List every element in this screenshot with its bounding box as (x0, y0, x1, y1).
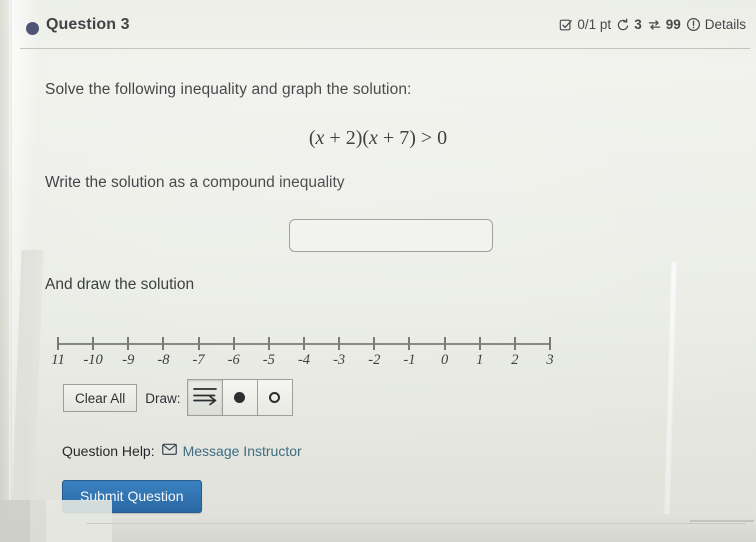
number-line-tick (267, 337, 270, 350)
number-line-tick-label: 11 (51, 352, 65, 368)
number-line-tick-label: -7 (192, 352, 205, 368)
question-status-dot (26, 22, 39, 35)
clear-all-button[interactable]: Clear All (63, 384, 138, 412)
details-group[interactable]: Details (686, 17, 746, 32)
question-header: Question 3 0/1 pt 3 99 Details (20, 13, 750, 47)
number-line-tick-label: -4 (297, 352, 311, 368)
number-line-graph[interactable]: 11 -10 -9 -8 -7 -6 -5 -4 -3 -2 -1 0 1 2 3 (48, 330, 560, 376)
right-glare-streak (664, 261, 677, 515)
math-variable-2: x (369, 127, 378, 149)
number-line-tick-label: 3 (546, 352, 554, 368)
message-instructor-link[interactable]: Message Instructor (161, 443, 302, 459)
attempts-value: 3 (634, 17, 642, 32)
details-label[interactable]: Details (705, 17, 746, 32)
number-line-tick-label: 2 (511, 352, 519, 368)
math-operator-2: + 7) > 0 (377, 127, 448, 149)
number-line-tick-label: -1 (403, 352, 416, 368)
ray-tool-button[interactable] (186, 379, 223, 416)
instruction-solve: Solve the following inequality and graph… (45, 81, 412, 98)
message-instructor-label[interactable]: Message Instructor (183, 443, 302, 459)
number-line-tick-label: -10 (83, 352, 103, 368)
answer-input[interactable] (289, 219, 493, 252)
number-line-tick (127, 337, 130, 350)
instruction-draw-solution: And draw the solution (45, 276, 195, 293)
number-line-tick-label: -2 (368, 352, 381, 368)
question-meta: 0/1 pt 3 99 Details (559, 17, 746, 32)
ray-arrow-icon (192, 384, 218, 411)
math-expression: (x + 2)(x + 7) > 0 (0, 127, 756, 150)
number-line-tick-label: 0 (440, 352, 449, 368)
number-line-tick-label: -9 (122, 352, 135, 368)
submit-question-button[interactable]: Submit Question (62, 480, 202, 513)
left-shadow-fold (10, 250, 44, 542)
points-value: 0/1 pt (577, 17, 612, 32)
envelope-icon (161, 443, 177, 459)
number-line-tick (57, 337, 59, 350)
number-line-tick (478, 337, 481, 350)
question-help-label: Question Help: (62, 443, 155, 459)
closed-point-tool-button[interactable] (221, 379, 258, 416)
points-group: 0/1 pt (559, 17, 611, 32)
number-line-tick-label: -5 (262, 352, 275, 368)
repeat-icon (647, 18, 662, 32)
question-title: Question 3 (46, 16, 130, 33)
number-line-tick (408, 337, 411, 350)
number-line-tick-label: -3 (333, 352, 346, 368)
number-line-tick-label: -8 (157, 352, 170, 368)
number-line-tick (162, 337, 165, 350)
number-line-tick (549, 337, 551, 350)
left-glare (12, 0, 46, 542)
number-line-tick (232, 337, 235, 350)
header-divider (20, 48, 750, 49)
open-circle-icon (269, 392, 281, 403)
left-bezel-strip (0, 0, 9, 542)
number-line-tick (443, 337, 446, 350)
reattempts-value: 99 (665, 17, 681, 32)
number-line-tick (92, 337, 95, 350)
bottom-right-line (690, 520, 754, 522)
math-open-paren: ( (308, 127, 316, 149)
rotate-left-icon (616, 18, 630, 32)
number-line-tick-label: -6 (227, 352, 240, 368)
instruction-compound-inequality: Write the solution as a compound inequal… (45, 174, 345, 191)
draw-label: Draw: (145, 390, 181, 406)
number-line-tick (197, 337, 200, 350)
number-line-tick (513, 337, 516, 350)
draw-toolbar: Clear All Draw: (63, 379, 293, 416)
math-operator-1: + 2)( (324, 127, 370, 149)
info-circle-icon[interactable] (686, 17, 701, 32)
question-help: Question Help: Message Instructor (62, 443, 302, 459)
open-point-tool-button[interactable] (256, 379, 293, 416)
number-line-tick-label: 1 (476, 352, 484, 368)
check-square-icon (559, 18, 573, 32)
reattempts-group: 99 (647, 17, 681, 32)
number-line-tick (373, 337, 376, 350)
number-line-tick (303, 337, 305, 350)
left-paper-edge (9, 0, 12, 542)
number-line-tick (338, 337, 341, 350)
filled-circle-icon (234, 392, 246, 403)
attempts-group: 3 (616, 17, 642, 32)
